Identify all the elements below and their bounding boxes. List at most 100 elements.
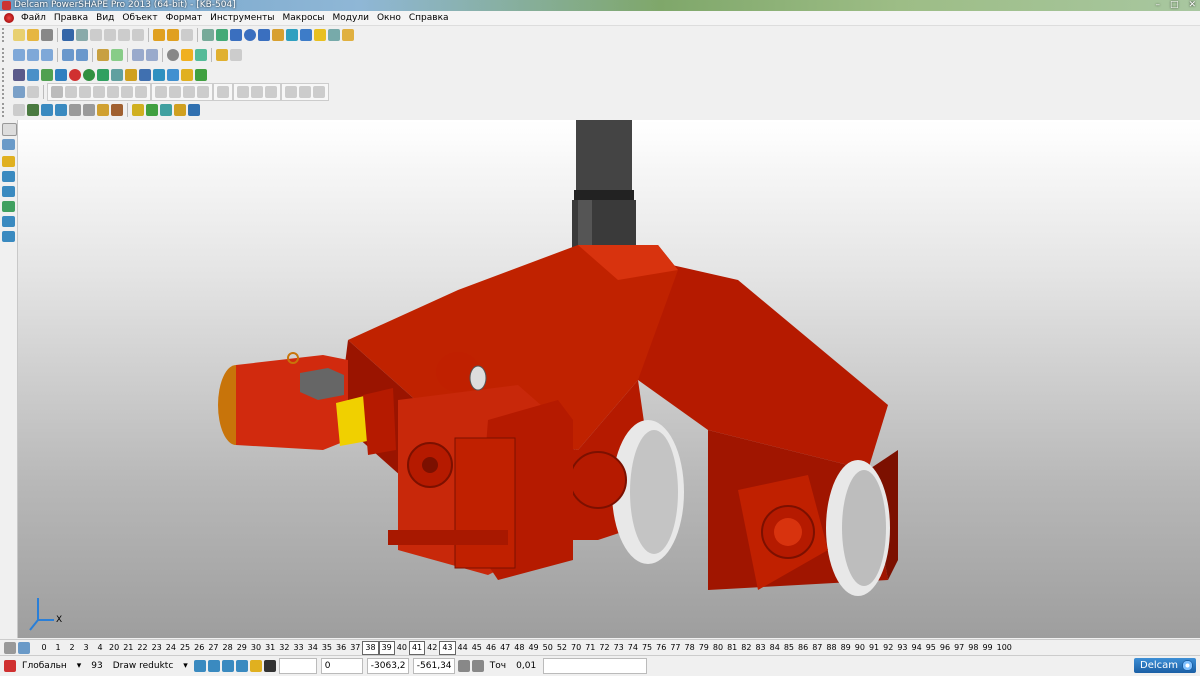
level-item[interactable]: 30 <box>249 642 263 654</box>
level-item[interactable]: 43 <box>439 640 456 655</box>
mesh-icon[interactable] <box>328 29 340 41</box>
solid-tree-icon[interactable] <box>27 86 39 98</box>
level-dropdown-icon[interactable]: ▾ <box>180 659 191 673</box>
level-item[interactable]: 47 <box>498 642 512 654</box>
level-item[interactable]: 73 <box>612 642 626 654</box>
repeat-icon[interactable] <box>181 29 193 41</box>
menu-help[interactable]: Справка <box>405 11 453 25</box>
fillet-icon[interactable] <box>93 86 105 98</box>
line-icon[interactable] <box>2 171 15 182</box>
level-item[interactable]: 86 <box>796 642 810 654</box>
export-icon[interactable] <box>195 69 207 81</box>
menu-file[interactable]: Файл <box>17 11 50 25</box>
level-item[interactable]: 40 <box>395 642 409 654</box>
level-item[interactable]: 88 <box>824 642 838 654</box>
grid-toggle-icon[interactable] <box>263 660 276 672</box>
document-icon[interactable] <box>27 69 39 81</box>
snap-grid-icon[interactable] <box>193 660 206 672</box>
level-item[interactable]: 71 <box>583 642 597 654</box>
delete-icon[interactable] <box>132 29 144 41</box>
toolbar-grip[interactable] <box>2 28 10 42</box>
level-item[interactable]: 41 <box>408 640 426 655</box>
level-item[interactable]: 97 <box>952 642 966 654</box>
level-item[interactable]: 70 <box>569 642 583 654</box>
level-item[interactable]: 32 <box>277 642 291 654</box>
level-item[interactable]: 92 <box>881 642 895 654</box>
level-item[interactable]: 90 <box>853 642 867 654</box>
material-icon[interactable] <box>41 69 53 81</box>
surface-tool-icon[interactable] <box>2 216 15 227</box>
rebuild-icon[interactable] <box>313 86 325 98</box>
menu-tools[interactable]: Инструменты <box>206 11 278 25</box>
boolean-add-icon[interactable] <box>155 86 167 98</box>
level-item[interactable]: 74 <box>626 642 640 654</box>
boolean-subtract-icon[interactable] <box>169 86 181 98</box>
edit-face-icon[interactable] <box>237 86 249 98</box>
level-item[interactable]: 76 <box>654 642 668 654</box>
extrude-icon[interactable] <box>51 86 63 98</box>
level-item[interactable]: 99 <box>980 642 994 654</box>
level-item[interactable]: 96 <box>938 642 952 654</box>
level-item[interactable]: 81 <box>725 642 739 654</box>
revolve-icon[interactable] <box>65 86 77 98</box>
level-item[interactable]: 20 <box>107 642 121 654</box>
menu-view[interactable]: Вид <box>92 11 118 25</box>
workplane-select[interactable]: Глобальн <box>19 659 70 673</box>
level-item[interactable]: 48 <box>512 642 526 654</box>
level-item[interactable]: 37 <box>348 642 362 654</box>
view-front-icon[interactable] <box>27 49 39 61</box>
solid-tool-icon[interactable] <box>2 231 15 242</box>
curve-icon[interactable] <box>230 29 242 41</box>
snap-object-icon[interactable] <box>221 660 234 672</box>
level-item[interactable]: 27 <box>206 642 220 654</box>
arrow-icon[interactable] <box>111 69 123 81</box>
zoom-icon[interactable] <box>97 49 109 61</box>
input-box[interactable] <box>278 658 317 674</box>
menu-window[interactable]: Окно <box>373 11 405 25</box>
level-item[interactable]: 2 <box>65 642 79 654</box>
level-item[interactable]: 95 <box>924 642 938 654</box>
add-component-icon[interactable] <box>55 104 67 116</box>
level-item[interactable]: 1 <box>51 642 65 654</box>
hole-icon[interactable] <box>135 86 147 98</box>
offset-face-icon[interactable] <box>265 86 277 98</box>
frame-icon[interactable] <box>139 69 151 81</box>
level-item[interactable]: 46 <box>484 642 498 654</box>
red-sphere-icon[interactable] <box>69 69 81 81</box>
boolean-cut-icon[interactable] <box>197 86 209 98</box>
level-item[interactable]: 89 <box>839 642 853 654</box>
cut-icon[interactable] <box>90 29 102 41</box>
move-face-icon[interactable] <box>251 86 263 98</box>
box-icon[interactable] <box>125 69 137 81</box>
level-item[interactable]: 91 <box>867 642 881 654</box>
print-preview-icon[interactable] <box>76 29 88 41</box>
menu-macros[interactable]: Макросы <box>279 11 329 25</box>
level-item[interactable]: 93 <box>895 642 909 654</box>
paste-icon[interactable] <box>118 29 130 41</box>
hand-icon[interactable] <box>230 49 242 61</box>
shade-icon[interactable] <box>55 69 67 81</box>
zoom-out-icon[interactable] <box>146 49 158 61</box>
lock-icon[interactable] <box>457 660 470 672</box>
minimize-button[interactable]: – <box>1155 0 1160 11</box>
level-item[interactable]: 83 <box>753 642 767 654</box>
save-icon[interactable] <box>62 29 74 41</box>
level-item[interactable]: 29 <box>235 642 249 654</box>
arc-icon[interactable] <box>258 29 270 41</box>
level-item[interactable]: 4 <box>93 642 107 654</box>
menu-modules[interactable]: Модули <box>329 11 373 25</box>
blend-icon[interactable] <box>79 86 91 98</box>
layer-icon[interactable] <box>167 69 179 81</box>
rotate-icon[interactable] <box>167 49 179 61</box>
level-item[interactable]: 24 <box>164 642 178 654</box>
view-iso2-icon[interactable] <box>76 49 88 61</box>
level-item[interactable]: 38 <box>362 640 379 655</box>
level-item[interactable]: 79 <box>697 642 711 654</box>
level-item[interactable]: 31 <box>263 642 277 654</box>
level-item[interactable]: 34 <box>306 642 320 654</box>
check-icon[interactable] <box>146 104 158 116</box>
info-icon[interactable] <box>153 69 165 81</box>
level-item[interactable]: 78 <box>683 642 697 654</box>
solid-icon[interactable] <box>300 29 312 41</box>
close-levels-icon[interactable] <box>4 641 16 654</box>
